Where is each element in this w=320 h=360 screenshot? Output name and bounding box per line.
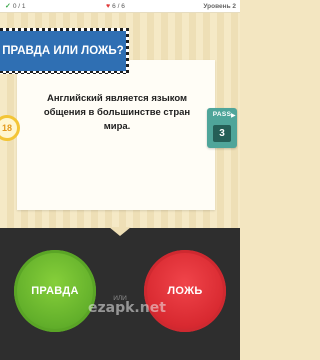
check-icon: ✓ [5, 3, 11, 10]
question-text: Английский является языком общения в бол… [43, 93, 191, 132]
false-button-label: ЛОЖЬ [167, 285, 203, 297]
arrow-right-icon: ▶ [231, 113, 236, 119]
lives-count: 6 / 6 [112, 3, 125, 10]
status-bar: ✓ 0 / 1 ♥ 6 / 6 Уровень 2 [0, 0, 240, 13]
heart-icon: ♥ [106, 3, 111, 10]
true-button-label: ПРАВДА [31, 285, 79, 297]
timer-value: 18 [1, 123, 12, 133]
title-banner: ПРАВДА ИЛИ ЛОЖЬ? [0, 28, 129, 74]
level-label: Уровень 2 [203, 3, 236, 10]
answer-panel: ПРАВДА ИЛИ ЛОЖЬ ezapk.net [0, 227, 240, 360]
question-card: Английский является языком общения в бол… [17, 60, 215, 210]
false-button[interactable]: ЛОЖЬ [144, 250, 226, 332]
pass-button[interactable]: PASS ▶ 3 [207, 108, 237, 148]
correct-count: 0 / 1 [12, 3, 26, 10]
page-title: ПРАВДА ИЛИ ЛОЖЬ? [0, 31, 126, 71]
pass-count: 3 [213, 125, 231, 142]
watermark: ezapk.net [88, 300, 166, 316]
panel-notch [109, 227, 131, 236]
true-button[interactable]: ПРАВДА [14, 250, 96, 332]
lives-counter: ♥ 6 / 6 [106, 3, 125, 10]
correct-counter: ✓ 0 / 1 [5, 3, 26, 10]
